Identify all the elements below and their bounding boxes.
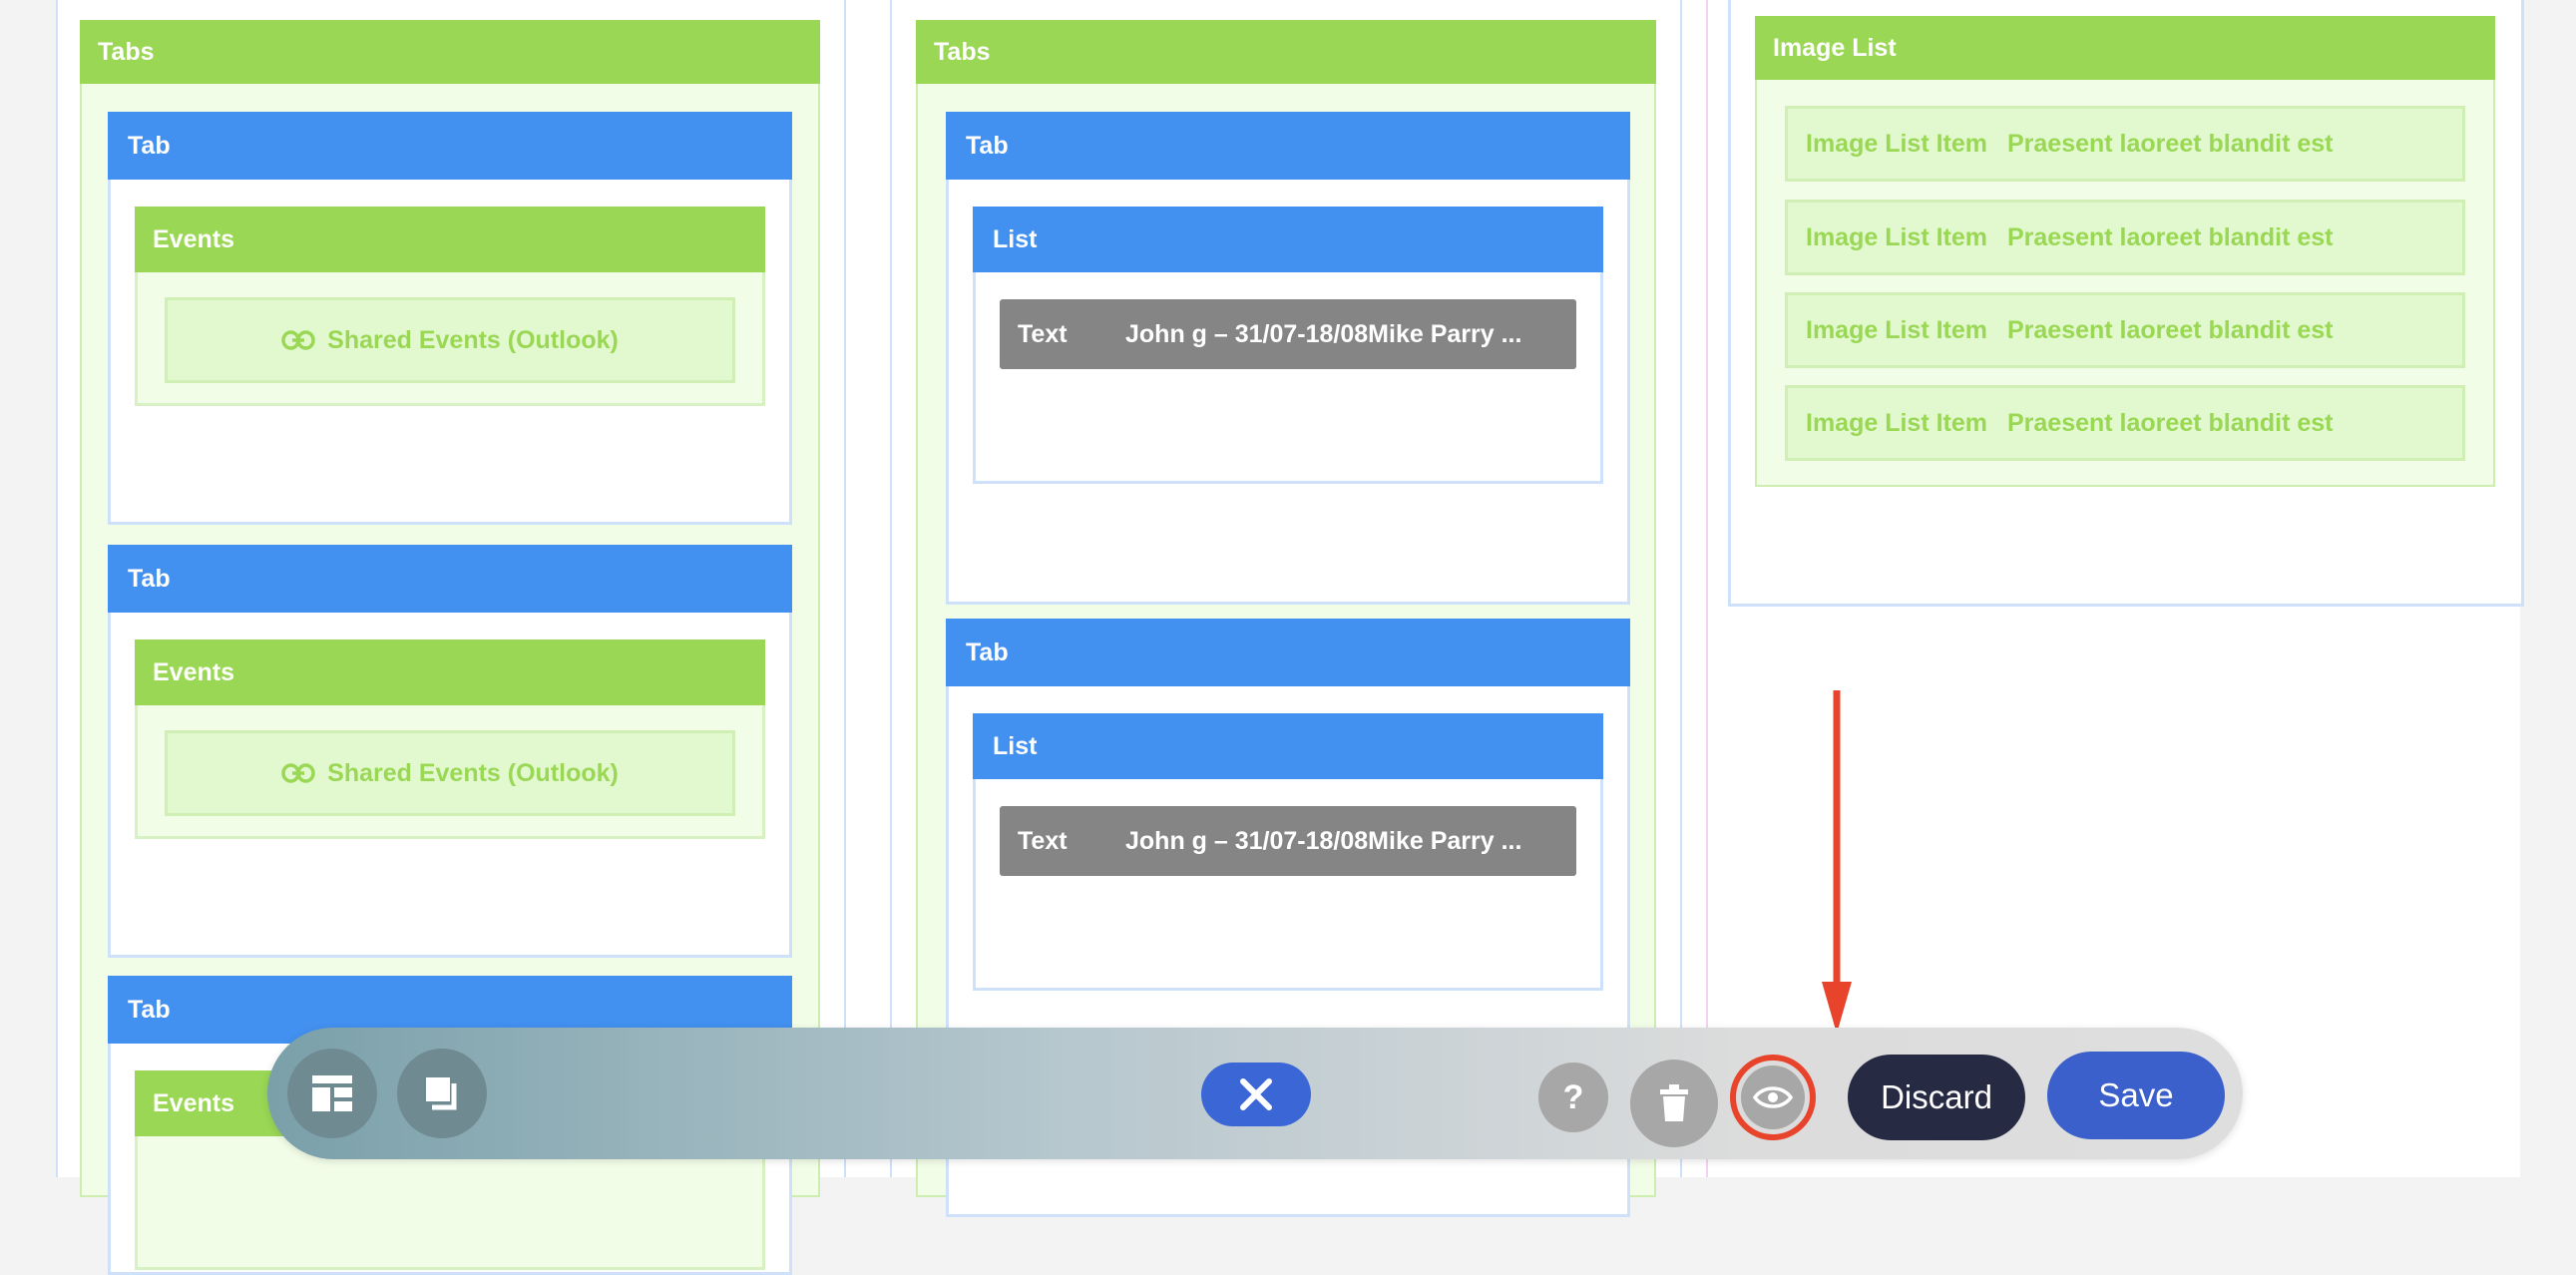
tab-panel-2[interactable]: Tab Events Shared Events (Outlook) (108, 545, 792, 958)
tab-header[interactable]: Tab (108, 545, 792, 613)
events-header[interactable]: Events (135, 639, 765, 705)
text-key: Text (1018, 826, 1068, 855)
shared-events-label: Shared Events (Outlook) (327, 758, 619, 787)
image-list-label: Image List (1773, 33, 1897, 62)
image-list-widget[interactable]: Image List Image List Item Praesent laore… (1755, 16, 2495, 487)
save-button[interactable]: Save (2047, 1052, 2225, 1139)
layout-button[interactable] (287, 1049, 377, 1138)
link-icon (281, 763, 315, 783)
text-item[interactable]: Text John g – 31/07-18/08Mike Parry ... (1000, 806, 1576, 876)
duplicate-icon (426, 1077, 457, 1110)
shared-events-label: Shared Events (Outlook) (327, 325, 619, 354)
item-text: Praesent laoreet blandit est (2007, 408, 2334, 437)
events-label: Events (153, 1088, 234, 1117)
image-list-container: Image List Image List Item Praesent laore… (1728, 0, 2524, 607)
item-label: Image List Item (1806, 129, 1987, 158)
image-list-item[interactable]: Image List Item Praesent laoreet blandit … (1785, 292, 2465, 368)
item-text: Praesent laoreet blandit est (2007, 315, 2334, 344)
editor-toolbar: ? Discard Save (267, 1028, 2243, 1159)
list-widget[interactable]: List Text John g – 31/07-18/08Mike Parry… (973, 713, 1603, 991)
tab-header[interactable]: Tab (108, 112, 792, 180)
preview-button[interactable] (1730, 1055, 1816, 1140)
tab-header[interactable]: Tab (946, 619, 1630, 686)
tab-panel-1[interactable]: Tab Events Shared Events (Outlook) (108, 112, 792, 525)
list-label: List (993, 224, 1038, 253)
item-label: Image List Item (1806, 408, 1987, 437)
tab-label: Tab (128, 564, 171, 593)
tab-label: Tab (128, 995, 171, 1024)
image-list-item[interactable]: Image List Item Praesent laoreet blandit … (1785, 200, 2465, 275)
shared-events-item[interactable]: Shared Events (Outlook) (165, 730, 735, 816)
image-list-item[interactable]: Image List Item Praesent laoreet blandit … (1785, 106, 2465, 182)
tabs-panel-1[interactable]: Tabs Tab Events Shared Events (Outlook) … (80, 20, 820, 1275)
text-value: John g – 31/07-18/08Mike Parry ... (1125, 319, 1522, 348)
tabs-label: Tabs (934, 37, 991, 66)
shared-events-item[interactable]: Shared Events (Outlook) (165, 297, 735, 383)
close-button[interactable] (1201, 1062, 1311, 1126)
preview-button-inner (1741, 1065, 1805, 1129)
image-list-item[interactable]: Image List Item Praesent laoreet blandit … (1785, 385, 2465, 461)
builder-canvas: Tabs Tab Events Shared Events (Outlook) … (56, 0, 2524, 1275)
eye-icon (1753, 1086, 1793, 1108)
events-header[interactable]: Events (135, 207, 765, 272)
item-label: Image List Item (1806, 222, 1987, 251)
item-label: Image List Item (1806, 315, 1987, 344)
tab-label: Tab (128, 131, 171, 160)
annotation-arrow (1822, 690, 1852, 1034)
events-label: Events (153, 224, 234, 253)
link-icon (281, 330, 315, 350)
list-label: List (993, 731, 1038, 760)
help-button[interactable]: ? (1538, 1062, 1608, 1132)
tabs-header[interactable]: Tabs (916, 20, 1656, 84)
events-widget[interactable]: Events Shared Events (Outlook) (135, 639, 765, 839)
tab-label: Tab (966, 131, 1009, 160)
tabs-label: Tabs (98, 37, 155, 66)
duplicate-button[interactable] (397, 1049, 487, 1138)
layout-icon (312, 1075, 352, 1111)
tab-label: Tab (966, 638, 1009, 666)
tabs-header[interactable]: Tabs (80, 20, 820, 84)
text-key: Text (1018, 319, 1068, 348)
trash-icon (1660, 1084, 1688, 1121)
text-item[interactable]: Text John g – 31/07-18/08Mike Parry ... (1000, 299, 1576, 369)
list-header[interactable]: List (973, 713, 1603, 779)
item-text: Praesent laoreet blandit est (2007, 222, 2334, 251)
image-list-header[interactable]: Image List (1755, 16, 2495, 80)
list-widget[interactable]: List Text John g – 31/07-18/08Mike Parry… (973, 207, 1603, 484)
list-header[interactable]: List (973, 207, 1603, 272)
discard-button[interactable]: Discard (1848, 1055, 2025, 1140)
tabs-panel-2[interactable]: Tabs Tab List Text John g – 31/07-18/08M… (916, 20, 1656, 1217)
events-label: Events (153, 657, 234, 686)
item-text: Praesent laoreet blandit est (2007, 129, 2334, 158)
text-value: John g – 31/07-18/08Mike Parry ... (1125, 826, 1522, 855)
events-widget[interactable]: Events Shared Events (Outlook) (135, 207, 765, 406)
tab-header[interactable]: Tab (946, 112, 1630, 180)
close-icon (1240, 1078, 1272, 1110)
help-icon: ? (1562, 1077, 1584, 1116)
delete-button[interactable] (1630, 1060, 1718, 1147)
tab-panel-1[interactable]: Tab List Text John g – 31/07-18/08Mike P… (946, 112, 1630, 605)
